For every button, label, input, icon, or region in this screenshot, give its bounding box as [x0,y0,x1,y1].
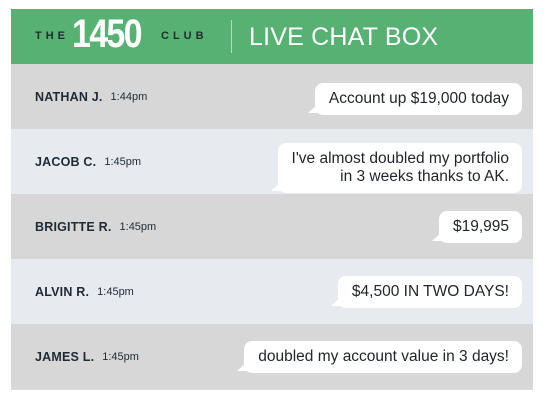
chat-message-list: NATHAN J. 1:44pm Account up $19,000 toda… [11,64,533,389]
chat-message-row: BRIGITTE R. 1:45pm $19,995 [11,194,533,259]
chat-header: THE 1450 CLUB LIVE CHAT BOX [11,9,533,64]
live-chat-widget: THE 1450 CLUB LIVE CHAT BOX NATHAN J. 1:… [11,9,533,390]
chat-message-row: ALVIN R. 1:45pm $4,500 IN TWO DAYS! [11,259,533,324]
chat-message-row: NATHAN J. 1:44pm Account up $19,000 toda… [11,64,533,129]
sender-name: BRIGITTE R. [35,219,112,234]
chat-message-row: JACOB C. 1:45pm I've almost doubled my p… [11,129,533,194]
message-bubble: $19,995 [431,211,522,243]
message-bubble: $4,500 IN TWO DAYS! [330,276,522,308]
message-time: 1:45pm [119,220,157,233]
message-bubble: I've almost doubled my portfolio in 3 we… [270,143,522,193]
message-bubble: doubled my account value in 3 days! [237,341,522,373]
message-time: 1:44pm [110,90,148,103]
logo-number: 1450 [72,12,143,56]
sender-name: JACOB C. [35,154,97,169]
logo-club-text: CLUB [161,30,208,42]
logo-the-text: THE [35,30,69,42]
message-time: 1:45pm [97,285,134,298]
message-bubble: Account up $19,000 today [307,83,522,115]
chat-message-row: JAMES L. 1:45pm doubled my account value… [11,324,533,389]
sender-name: ALVIN R. [35,284,90,299]
chat-title: LIVE CHAT BOX [249,23,439,51]
message-time: 1:45pm [104,155,142,168]
club-logo: THE 1450 CLUB [35,9,225,64]
message-time: 1:45pm [102,350,139,363]
header-divider [231,20,232,53]
sender-name: NATHAN J. [35,89,103,104]
sender-name: JAMES L. [35,349,95,364]
